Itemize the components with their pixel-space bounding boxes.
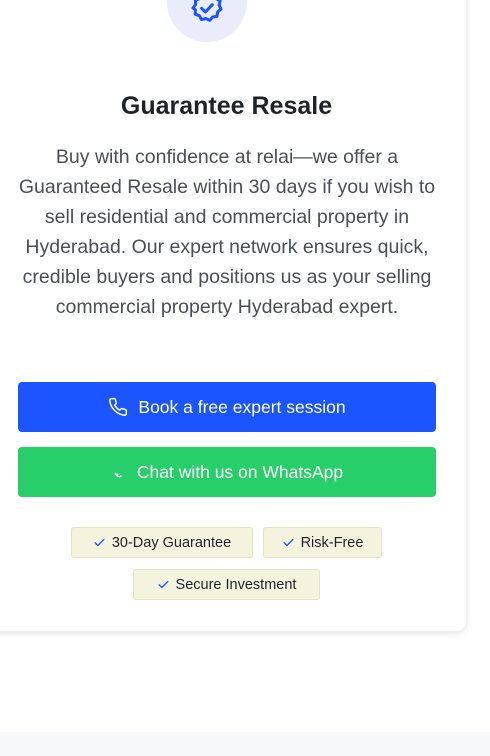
check-icon <box>282 536 295 549</box>
verified-badge-icon <box>187 0 227 33</box>
guarantee-tag: 30-Day Guarantee <box>71 527 253 558</box>
whatsapp-icon <box>111 464 127 480</box>
phone-icon <box>108 397 128 417</box>
icon-circle <box>167 0 247 42</box>
section-title: Guarantee Resale <box>120 92 333 120</box>
check-icon <box>157 578 170 591</box>
book-expert-session-label: Book a free expert session <box>138 396 346 417</box>
check-icon <box>93 536 106 549</box>
secure-investment-tag: Secure Investment <box>133 569 320 600</box>
book-expert-session-button[interactable]: Book a free expert session <box>18 382 436 432</box>
whatsapp-chat-label: Chat with us on WhatsApp <box>136 461 344 482</box>
page-footer-band <box>0 732 490 756</box>
guarantee-tag-label: 30-Day Guarantee <box>111 534 232 551</box>
section-description: Buy with confidence at relai—we offer a … <box>18 146 436 318</box>
risk-free-tag: Risk-Free <box>263 527 382 558</box>
secure-investment-tag-label: Secure Investment <box>175 576 297 593</box>
whatsapp-chat-button[interactable]: Chat with us on WhatsApp <box>18 447 436 497</box>
risk-free-tag-label: Risk-Free <box>300 534 364 551</box>
